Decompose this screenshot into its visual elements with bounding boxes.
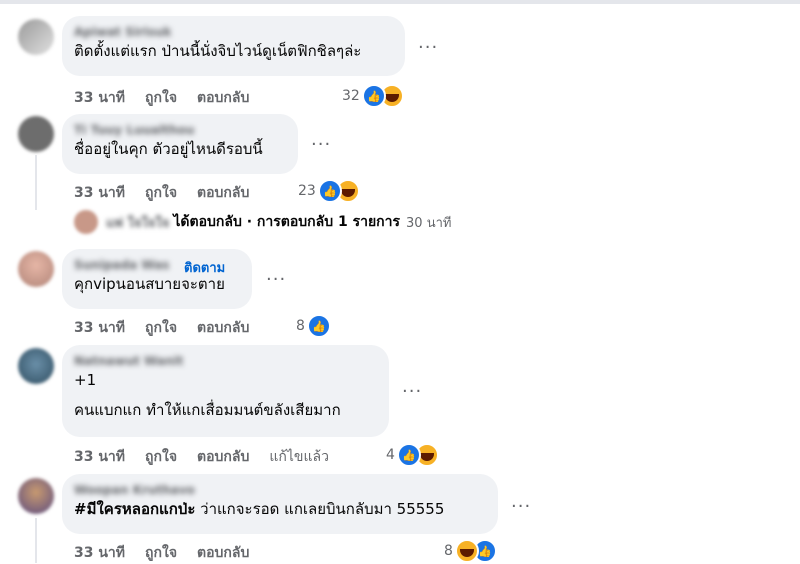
avatar[interactable] <box>18 348 54 384</box>
reply-author: แพ่ ใจใจใจ <box>106 215 170 231</box>
comment-author[interactable]: Apiwat Sirisuk <box>74 24 393 40</box>
like-button[interactable]: ถูกใจ <box>145 87 177 109</box>
reaction-count: 8 <box>296 318 305 334</box>
reply-button[interactable]: ตอบกลับ <box>197 87 249 109</box>
more-options-icon[interactable]: ··· <box>402 383 422 401</box>
follow-button[interactable]: ติดตาม <box>184 257 225 278</box>
comment-time[interactable]: 33 นาที <box>74 542 125 564</box>
comment-text: #มีใครหลอกแกป่ะ ว่าแกจะรอด แกเลยบินกลับม… <box>74 498 486 520</box>
like-button[interactable]: ถูกใจ <box>145 446 177 468</box>
edited-label: แก้ไขแล้ว <box>269 449 329 465</box>
comment-author[interactable]: Sunipada Was <box>74 257 174 273</box>
reply-button[interactable]: ตอบกลับ <box>197 542 249 564</box>
avatar[interactable] <box>18 116 54 152</box>
reaction-count: 32 <box>342 88 360 104</box>
comment-author[interactable]: Natnawut Wanit <box>74 353 377 369</box>
more-options-icon[interactable]: ··· <box>511 498 531 516</box>
comment-bubble: Woopan Kruthavo #มีใครหลอกแกป่ะ ว่าแกจะร… <box>62 474 498 534</box>
comment-actions: 33 นาที ถูกใจ ตอบกลับ <box>74 87 249 109</box>
comment-time[interactable]: 33 นาที <box>74 87 125 109</box>
like-icon: 👍 <box>317 179 342 203</box>
avatar[interactable] <box>18 19 54 55</box>
comment-text-line1: +1 <box>74 371 97 389</box>
reaction-count: 4 <box>386 447 395 463</box>
thread-line <box>35 155 37 210</box>
avatar[interactable] <box>18 251 54 287</box>
comment-actions: 33 นาที ถูกใจ ตอบกลับ <box>74 317 249 339</box>
like-icon: 👍 <box>306 314 331 338</box>
comment-time[interactable]: 33 นาที <box>74 182 125 204</box>
comment-bubble: Apiwat Sirisuk ติดตั้งแต่แรก ป่านนี้นั่ง… <box>62 16 405 76</box>
like-icon: 👍 <box>361 84 386 108</box>
like-button[interactable]: ถูกใจ <box>145 542 177 564</box>
comment-text: ติดตั้งแต่แรก ป่านนี้นั่งจิบไวน์ดูเน็ตฟิ… <box>74 42 362 60</box>
reaction-summary[interactable]: 32 👍 <box>342 84 404 108</box>
more-options-icon[interactable]: ··· <box>266 271 286 289</box>
reaction-summary[interactable]: 4 👍 <box>386 443 439 467</box>
view-replies-link[interactable]: แพ่ ใจใจใจ ได้ตอบกลับ · การตอบกลับ 1 ราย… <box>74 210 451 234</box>
comment-bubble: Sunipada Was ติดตาม คุกvipนอนสบายจะตาย <box>62 249 252 309</box>
comment-author[interactable]: Woopan Kruthavo <box>74 482 486 498</box>
avatar <box>74 210 98 234</box>
avatar[interactable] <box>18 478 54 514</box>
comment-author[interactable]: Ti Tuuy Luualthou <box>74 122 286 138</box>
top-divider <box>0 0 800 4</box>
reaction-summary[interactable]: 8 👍 <box>296 314 331 338</box>
reaction-count: 23 <box>298 183 316 199</box>
comment-time[interactable]: 33 นาที <box>74 446 125 468</box>
comment-actions: 33 นาที ถูกใจ ตอบกลับ แก้ไขแล้ว <box>74 446 329 468</box>
reaction-summary[interactable]: 8 👍 <box>444 539 497 563</box>
comment-bubble: Ti Tuuy Luualthou ชื่ออยู่ในคุก ตัวอยู่ไ… <box>62 114 298 174</box>
hashtag-link[interactable]: #มีใครหลอกแกป่ะ <box>74 500 195 518</box>
like-button[interactable]: ถูกใจ <box>145 317 177 339</box>
reply-button[interactable]: ตอบกลับ <box>197 317 249 339</box>
reply-time: 30 นาที <box>406 215 452 231</box>
comment-actions: 33 นาที ถูกใจ ตอบกลับ <box>74 542 249 564</box>
comment-bubble: Natnawut Wanit +1 คนแบกแก ทำให้แกเสื่อมม… <box>62 345 389 437</box>
reaction-count: 8 <box>444 543 453 559</box>
thread-line <box>35 518 37 563</box>
more-options-icon[interactable]: ··· <box>418 39 438 57</box>
comment-text: ชื่ออยู่ในคุก ตัวอยู่ไหนดีรอบนี้ <box>74 140 263 158</box>
reply-button[interactable]: ตอบกลับ <box>197 446 249 468</box>
more-options-icon[interactable]: ··· <box>311 136 331 154</box>
like-icon: 👍 <box>396 443 421 467</box>
comment-actions: 33 นาที ถูกใจ ตอบกลับ <box>74 182 249 204</box>
comment-time[interactable]: 33 นาที <box>74 317 125 339</box>
reply-summary-text: ได้ตอบกลับ · การตอบกลับ 1 รายการ <box>173 214 401 230</box>
reaction-summary[interactable]: 23 👍 <box>298 179 360 203</box>
haha-icon <box>454 539 479 563</box>
like-button[interactable]: ถูกใจ <box>145 182 177 204</box>
comment-text-line2: คนแบกแก ทำให้แกเสื่อมมนต์ขลังเสียมาก <box>74 401 341 419</box>
comment-text-body: ว่าแกจะรอด แกเลยบินกลับมา 55555 <box>195 500 445 518</box>
reply-button[interactable]: ตอบกลับ <box>197 182 249 204</box>
